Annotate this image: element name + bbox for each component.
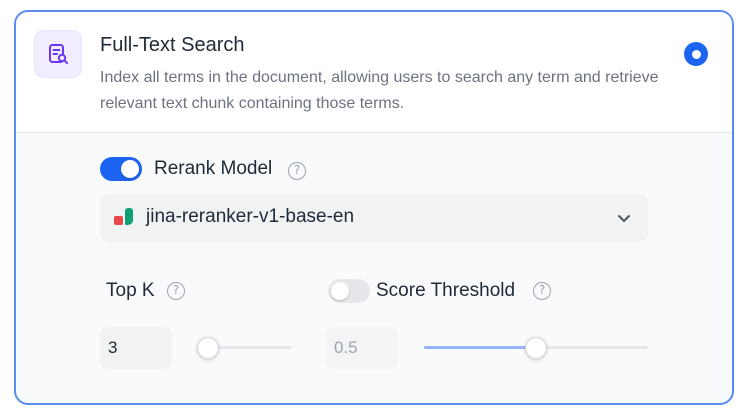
score-threshold-input[interactable]: 0.5 bbox=[326, 327, 398, 369]
slider-thumb[interactable] bbox=[525, 337, 547, 359]
rerank-model-select[interactable]: jina-reranker-v1-base-en bbox=[100, 194, 648, 242]
toggle-knob bbox=[331, 282, 349, 300]
score-threshold-label: Score Threshold bbox=[376, 280, 516, 301]
retrieval-method-card[interactable]: Full-Text Search Index all terms in the … bbox=[14, 10, 734, 405]
rerank-help-icon[interactable]: ? bbox=[288, 162, 306, 180]
method-description: Index all terms in the document, allowin… bbox=[100, 69, 659, 112]
radio-dot bbox=[691, 49, 701, 59]
slider-fill bbox=[424, 346, 536, 349]
jina-logo-icon bbox=[114, 208, 134, 228]
selected-model-name: jina-reranker-v1-base-en bbox=[146, 206, 355, 227]
rerank-model-label: Rerank Model bbox=[154, 158, 273, 179]
top-k-label: Top K bbox=[106, 280, 155, 301]
rerank-toggle[interactable] bbox=[100, 157, 142, 181]
top-k-slider[interactable] bbox=[197, 337, 292, 359]
method-radio-button[interactable] bbox=[684, 42, 708, 66]
score-threshold-slider[interactable] bbox=[424, 337, 648, 359]
top-k-input[interactable]: 3 bbox=[100, 327, 172, 369]
top-k-help-icon[interactable]: ? bbox=[167, 282, 185, 300]
chevron-down-icon bbox=[618, 215, 630, 222]
method-header: Full-Text Search Index all terms in the … bbox=[16, 12, 732, 133]
score-threshold-toggle[interactable] bbox=[328, 279, 370, 303]
method-title: Full-Text Search bbox=[100, 34, 245, 56]
score-threshold-help-icon[interactable]: ? bbox=[533, 282, 551, 300]
toggle-knob bbox=[121, 160, 139, 178]
slider-thumb[interactable] bbox=[197, 337, 220, 359]
full-text-search-icon bbox=[34, 30, 82, 78]
